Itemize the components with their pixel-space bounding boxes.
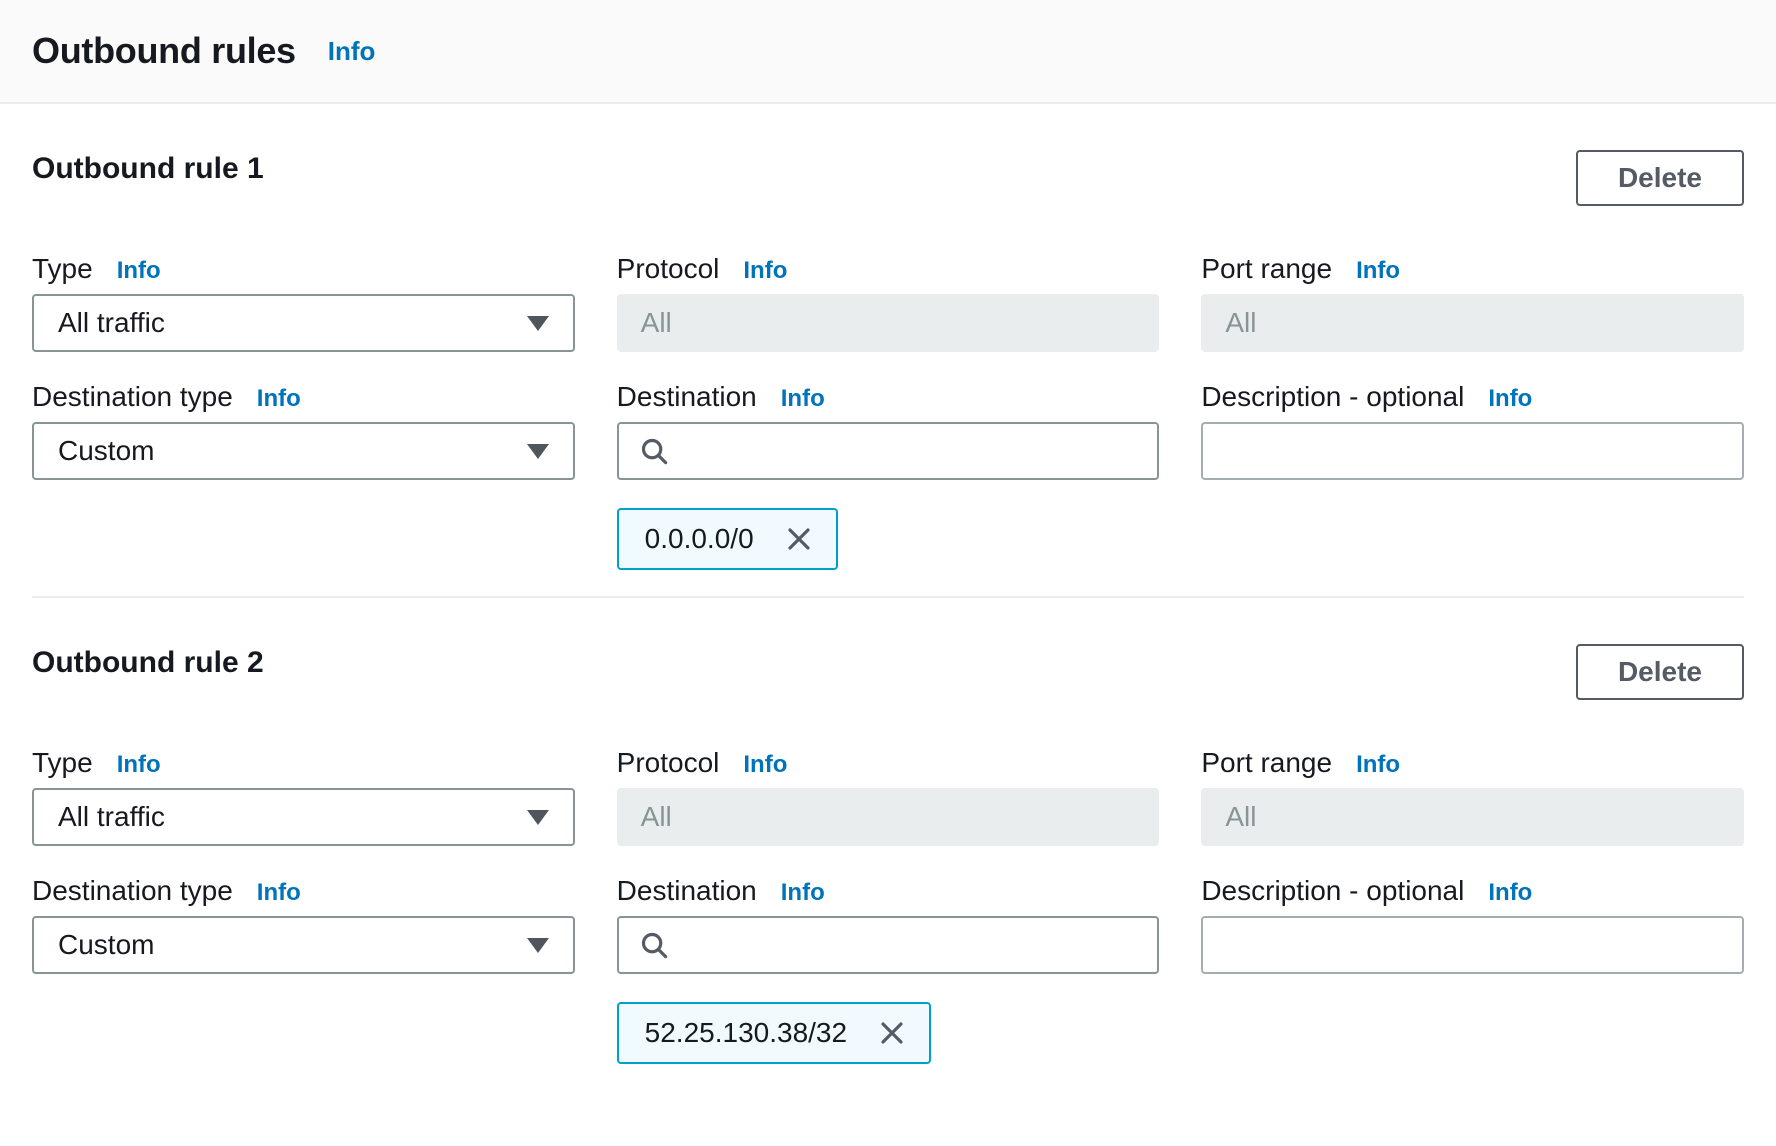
description-label-row: Description - optional Info [1201,380,1744,416]
rule-1-destination-type-field: Destination type Info Custom [32,380,575,480]
protocol-value: All [641,801,672,833]
type-select-value: All traffic [58,801,165,833]
protocol-info-link[interactable]: Info [743,254,787,288]
close-icon [877,1018,907,1048]
chip-text: 52.25.130.38/32 [645,1017,847,1049]
protocol-label: Protocol [617,252,720,286]
destination-type-label-row: Destination type Info [32,380,575,416]
rule-1-title: Outbound rule 1 [32,150,264,188]
rule-2-protocol-field: Protocol Info All [617,746,1160,846]
description-label-row: Description - optional Info [1201,874,1744,910]
outbound-rules-panel: Outbound rules Info Outbound rule 1 Dele… [0,0,1776,1146]
destination-type-label: Destination type [32,380,233,414]
destination-type-select-value: Custom [58,929,154,961]
destination-type-select[interactable]: Custom [32,422,575,480]
port-range-info-link[interactable]: Info [1356,254,1400,288]
chip-remove-button[interactable] [875,1016,909,1050]
protocol-disabled-input: All [617,294,1160,352]
description-input[interactable] [1201,422,1744,480]
rule-2-title: Outbound rule 2 [32,644,264,682]
rule-1-fields-grid: Type Info All traffic Protocol Info All [32,252,1744,570]
rule-1-description-field: Description - optional Info [1201,380,1744,480]
rule-2-destination-chip: 52.25.130.38/32 [617,1002,931,1064]
outbound-rule-2-section: Outbound rule 2 Delete Type Info All tra… [32,598,1744,1064]
rule-1-type-field: Type Info All traffic [32,252,575,352]
rule-1-destination-field: Destination Info [617,380,1160,480]
rule-2-destination-field: Destination Info [617,874,1160,974]
type-info-link[interactable]: Info [117,748,161,782]
port-range-label-row: Port range Info [1201,746,1744,782]
destination-search-input[interactable] [617,916,1160,974]
destination-search-input[interactable] [617,422,1160,480]
port-range-label: Port range [1201,746,1332,780]
type-select[interactable]: All traffic [32,294,575,352]
description-label: Description - optional [1201,380,1464,414]
caret-down-icon [527,938,549,953]
destination-label-row: Destination Info [617,380,1160,416]
caret-down-icon [527,810,549,825]
type-select[interactable]: All traffic [32,788,575,846]
destination-type-info-link[interactable]: Info [257,382,301,416]
type-info-link[interactable]: Info [117,254,161,288]
type-select-value: All traffic [58,307,165,339]
description-info-link[interactable]: Info [1488,876,1532,910]
port-range-info-link[interactable]: Info [1356,748,1400,782]
destination-label-row: Destination Info [617,874,1160,910]
destination-type-label-row: Destination type Info [32,874,575,910]
outbound-rule-1-section: Outbound rule 1 Delete Type Info All tra… [32,104,1744,598]
rule-2-description-field: Description - optional Info [1201,874,1744,974]
protocol-label: Protocol [617,746,720,780]
port-range-disabled-input: All [1201,294,1744,352]
chip-remove-button[interactable] [782,522,816,556]
protocol-value: All [641,307,672,339]
destination-info-link[interactable]: Info [781,382,825,416]
port-range-value: All [1225,307,1256,339]
port-range-value: All [1225,801,1256,833]
caret-down-icon [527,444,549,459]
destination-type-select-value: Custom [58,435,154,467]
rule-1-header-row: Outbound rule 1 Delete [32,150,1744,206]
type-label: Type [32,252,93,286]
rule-2-destination-type-field: Destination type Info Custom [32,874,575,974]
destination-label: Destination [617,874,757,908]
destination-search-wrap [617,916,1160,974]
page-title: Outbound rules [32,30,296,72]
rule-1-delete-button[interactable]: Delete [1576,150,1744,206]
caret-down-icon [527,316,549,331]
destination-search-wrap [617,422,1160,480]
rule-1-destination-chip: 0.0.0.0/0 [617,508,838,570]
header-info-link[interactable]: Info [328,36,376,67]
type-label-row: Type Info [32,746,575,782]
close-icon [784,524,814,554]
type-label: Type [32,746,93,780]
destination-type-info-link[interactable]: Info [257,876,301,910]
rule-2-port-range-field: Port range Info All [1201,746,1744,846]
port-range-label: Port range [1201,252,1332,286]
destination-type-label: Destination type [32,874,233,908]
destination-info-link[interactable]: Info [781,876,825,910]
panel-content: Outbound rule 1 Delete Type Info All tra… [0,104,1776,1064]
destination-type-select[interactable]: Custom [32,916,575,974]
rule-2-type-field: Type Info All traffic [32,746,575,846]
protocol-label-row: Protocol Info [617,746,1160,782]
rule-2-header-row: Outbound rule 2 Delete [32,644,1744,700]
description-input[interactable] [1201,916,1744,974]
port-range-label-row: Port range Info [1201,252,1744,288]
chip-text: 0.0.0.0/0 [645,523,754,555]
description-info-link[interactable]: Info [1488,382,1532,416]
panel-header: Outbound rules Info [0,0,1776,104]
type-label-row: Type Info [32,252,575,288]
rule-1-port-range-field: Port range Info All [1201,252,1744,352]
port-range-disabled-input: All [1201,788,1744,846]
rule-2-fields-grid: Type Info All traffic Protocol Info All [32,746,1744,1064]
protocol-disabled-input: All [617,788,1160,846]
rule-2-delete-button[interactable]: Delete [1576,644,1744,700]
destination-label: Destination [617,380,757,414]
rule-1-protocol-field: Protocol Info All [617,252,1160,352]
protocol-info-link[interactable]: Info [743,748,787,782]
protocol-label-row: Protocol Info [617,252,1160,288]
description-label: Description - optional [1201,874,1464,908]
